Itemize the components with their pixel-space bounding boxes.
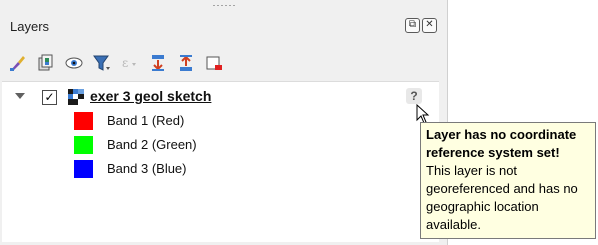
tooltip-body: This layer is not georeferenced and has … xyxy=(426,163,578,232)
panel-window-buttons: ⧉ ✕ xyxy=(405,18,437,33)
layers-panel: Layers ⧉ ✕ ε ✓ exer 3 geol sketch ? Band… xyxy=(0,0,448,245)
band-label: Band 2 (Green) xyxy=(107,137,197,152)
band-label: Band 1 (Red) xyxy=(107,113,185,128)
style-brush-icon[interactable] xyxy=(8,53,28,73)
close-icon[interactable]: ✕ xyxy=(422,18,437,33)
band-color-swatch xyxy=(74,112,93,130)
expand-all-icon[interactable] xyxy=(148,53,168,73)
layer-visibility-checkbox[interactable]: ✓ xyxy=(42,90,57,105)
layer-tree: ✓ exer 3 geol sketch ? Band 1 (Red) Band… xyxy=(2,81,439,242)
mouse-cursor-icon xyxy=(416,104,430,124)
filter-funnel-icon[interactable] xyxy=(92,53,112,73)
band-color-swatch xyxy=(74,160,93,178)
crs-tooltip: Layer has no coordinate reference system… xyxy=(420,122,596,239)
panel-drag-handle[interactable] xyxy=(212,4,236,7)
layer-name[interactable]: exer 3 geol sketch xyxy=(90,88,211,104)
float-icon[interactable]: ⧉ xyxy=(405,18,420,33)
collapse-all-icon[interactable] xyxy=(176,53,196,73)
expression-filter-icon[interactable]: ε xyxy=(120,53,140,73)
panel-title: Layers xyxy=(10,19,50,34)
layers-toolbar: ε xyxy=(8,51,224,75)
tooltip-title: Layer has no coordinate reference system… xyxy=(426,127,577,160)
visibility-eye-icon[interactable] xyxy=(64,53,84,73)
chevron-down-icon[interactable] xyxy=(15,93,25,99)
add-group-icon[interactable] xyxy=(36,53,56,73)
raster-layer-icon xyxy=(68,89,84,105)
remove-layer-icon[interactable] xyxy=(204,53,224,73)
band-label: Band 3 (Blue) xyxy=(107,161,187,176)
crs-warning-icon[interactable]: ? xyxy=(406,88,422,104)
band-color-swatch xyxy=(74,136,93,154)
svg-text:ε: ε xyxy=(122,56,128,70)
layer-row[interactable]: ✓ exer 3 geol sketch ? xyxy=(2,85,439,109)
